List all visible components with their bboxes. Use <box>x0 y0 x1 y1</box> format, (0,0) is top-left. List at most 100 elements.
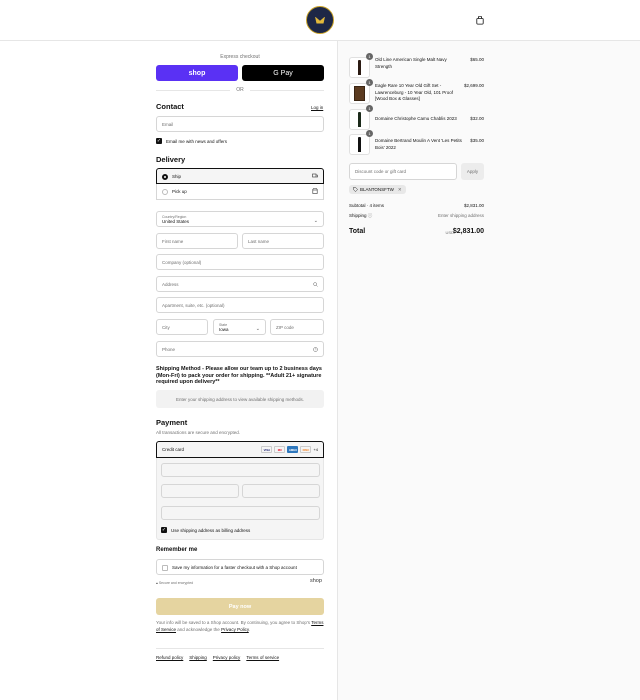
product-name: Domaine Bertrand Moulin A Vent 'Les Peti… <box>375 138 462 150</box>
pickup-radio[interactable] <box>162 188 168 195</box>
product-name: Domaine Christophe Camu Chablis 2023 <box>375 116 457 121</box>
country-select[interactable]: Country/Region United States ⌄ <box>156 211 324 227</box>
shipping-label: Shipping <box>349 213 367 218</box>
svg-text:?: ? <box>315 348 317 352</box>
google-pay-button[interactable]: G Pay <box>242 65 324 81</box>
shop-pay-button[interactable]: shop <box>156 65 238 81</box>
search-icon <box>313 282 318 287</box>
refund-policy-link[interactable]: Refund policy <box>156 655 183 660</box>
first-name-field[interactable]: First name <box>156 233 238 249</box>
remember-option[interactable]: Save my information for a faster checkou… <box>156 559 324 575</box>
help-circle-icon[interactable]: ? <box>313 347 318 352</box>
discount-code-field[interactable]: Discount code or gift card <box>349 163 457 180</box>
pickup-option[interactable]: Pick up <box>156 184 324 200</box>
last-name-field[interactable]: Last name <box>242 233 324 249</box>
legal-text-2: and acknowledge the <box>176 626 222 632</box>
applied-discount-tag: BLANTONSFTW ✕ <box>349 185 406 194</box>
card-number-field[interactable] <box>161 463 320 477</box>
apartment-field[interactable]: Apartment, suite, etc. (optional) <box>156 297 324 313</box>
country-value: United States <box>162 218 190 224</box>
terms-of-service-link[interactable]: Terms of service <box>246 655 279 660</box>
state-select[interactable]: State Iowa ⌄ <box>213 319 266 335</box>
remember-label: Save my information for a faster checkou… <box>172 565 297 570</box>
shipping-row: Shipping ⓘ Enter shipping address <box>349 213 484 219</box>
payment-heading: Payment <box>156 418 188 427</box>
discover-icon: DISC <box>300 446 312 453</box>
or-divider-label: OR <box>230 87 250 93</box>
cart-item: 1 Old Line American Single Malt Navy Str… <box>349 53 484 79</box>
secure-note: 🔒︎ Secure and encrypted <box>156 581 194 585</box>
quantity-badge: 1 <box>366 79 373 86</box>
address-placeholder: Address <box>162 281 179 287</box>
subtotal-label: Subtotal · 4 items <box>349 203 385 208</box>
quantity-badge: 1 <box>366 53 373 60</box>
privacy-policy-link[interactable]: Privacy policy <box>213 655 241 660</box>
discount-placeholder: Discount code or gift card <box>355 169 407 174</box>
product-price: $32.00 <box>470 116 484 121</box>
express-checkout-label: Express checkout <box>220 54 260 60</box>
address-field[interactable]: Address <box>156 276 324 292</box>
phone-field[interactable]: Phone ? <box>156 341 324 357</box>
company-field[interactable]: Company (optional) <box>156 254 324 270</box>
chevron-down-icon: ⌄ <box>255 326 260 332</box>
product-image <box>349 109 370 130</box>
remove-discount-icon[interactable]: ✕ <box>398 187 402 193</box>
email-field[interactable]: Email <box>156 116 324 132</box>
cart-item: 1 Eagle Rare 10 Year Old Gift Set - Lawr… <box>349 79 484 105</box>
credit-card-label: Credit card <box>162 447 185 452</box>
company-placeholder: Company (optional) <box>162 259 202 265</box>
more-cards-label: +4 <box>313 447 318 452</box>
zip-placeholder: ZIP code <box>276 324 294 330</box>
credit-card-option[interactable]: Credit card VISA MC AMEX DISC +4 <box>156 441 324 458</box>
remember-checkbox[interactable] <box>162 564 168 571</box>
subtotal-value: $2,831.00 <box>463 203 484 208</box>
security-code-field[interactable] <box>242 484 320 498</box>
quantity-badge: 1 <box>366 130 373 137</box>
login-link[interactable]: Log in <box>311 105 323 110</box>
contact-heading: Contact <box>156 102 184 111</box>
billing-checkbox[interactable]: ✓ <box>161 527 167 533</box>
apartment-placeholder: Apartment, suite, etc. (optional) <box>162 302 225 308</box>
privacy-link[interactable]: Privacy Policy <box>221 627 249 632</box>
shipping-methods-placeholder: Enter your shipping address to view avai… <box>156 390 324 408</box>
delivery-heading: Delivery <box>156 155 186 164</box>
truck-icon <box>312 173 318 178</box>
product-price: $65.00 <box>470 57 484 62</box>
apply-button[interactable]: Apply <box>461 163 484 180</box>
card-logos: VISA MC AMEX DISC +4 <box>261 446 318 453</box>
tag-icon <box>353 187 358 192</box>
legal-text: Your info will be saved to a Shop accoun… <box>156 620 324 633</box>
news-checkbox[interactable]: ✓ <box>156 138 162 144</box>
remember-heading: Remember me <box>156 547 198 553</box>
expiry-field[interactable] <box>161 484 239 498</box>
store-icon <box>312 188 318 194</box>
footer-links: Refund policy Shipping Privacy policy Te… <box>156 655 279 660</box>
city-placeholder: City <box>162 324 170 330</box>
shipping-link[interactable]: Shipping <box>189 655 207 660</box>
pay-now-button[interactable]: Pay now <box>156 598 324 615</box>
legal-text-3: . <box>248 626 251 632</box>
total-value: $2,831.00 <box>452 228 484 235</box>
help-circle-icon[interactable]: ⓘ <box>368 213 373 218</box>
billing-checkbox-label: Use shipping address as billing address <box>171 527 251 533</box>
total-label: Total <box>349 228 366 235</box>
zip-field[interactable]: ZIP code <box>270 319 324 335</box>
shipping-notice: Shipping Method - Please allow our team … <box>156 366 322 385</box>
first-name-placeholder: First name <box>162 238 184 244</box>
shopping-bag-icon[interactable] <box>476 16 484 25</box>
ship-label: Ship <box>172 173 182 179</box>
mastercard-icon: MC <box>274 446 286 453</box>
name-on-card-field[interactable] <box>161 506 320 520</box>
email-placeholder: Email <box>162 121 174 127</box>
product-name: Eagle Rare 10 Year Old Gift Set - Lawren… <box>375 83 454 101</box>
cart-item: 1 Domaine Christophe Camu Chablis 2023 $… <box>349 105 484 131</box>
header <box>0 0 640 41</box>
brand-logo-icon[interactable] <box>306 6 334 34</box>
city-field[interactable]: City <box>156 319 208 335</box>
cart-item: 1 Domaine Bertrand Moulin A Vent 'Les Pe… <box>349 130 484 156</box>
news-checkbox-label: Email me with news and offers <box>166 138 227 144</box>
payment-subtitle: All transactions are secure and encrypte… <box>156 430 241 435</box>
ship-radio[interactable] <box>162 173 168 180</box>
ship-option[interactable]: Ship <box>156 168 324 184</box>
secure-label: Secure and encrypted <box>158 581 194 585</box>
